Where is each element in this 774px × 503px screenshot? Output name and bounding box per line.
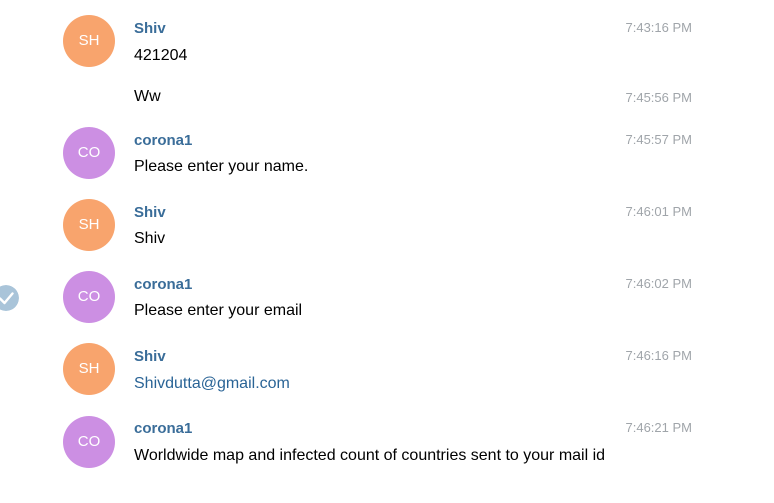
message[interactable]: CO corona1 Please enter your email 7:46:… — [0, 270, 774, 338]
message-timestamp: 7:46:02 PM — [625, 276, 693, 291]
message[interactable]: SH Shiv Shiv 7:46:01 PM — [0, 198, 774, 266]
sender-name[interactable]: Shiv — [134, 204, 166, 222]
sender-name[interactable]: corona1 — [134, 420, 192, 438]
avatar[interactable]: CO — [63, 127, 115, 179]
avatar[interactable]: SH — [63, 199, 115, 251]
message-text: 421204 — [134, 47, 188, 64]
sender-name[interactable]: corona1 — [134, 276, 192, 294]
message[interactable]: SH Shiv Shivdutta@gmail.com 7:46:16 PM — [0, 342, 774, 410]
avatar[interactable]: SH — [63, 15, 115, 67]
message-timestamp: 7:46:21 PM — [625, 420, 693, 435]
message-text: Please enter your email — [134, 302, 303, 319]
sender-name[interactable]: Shiv — [134, 348, 166, 366]
message-timestamp: 7:45:57 PM — [625, 132, 693, 147]
message-text: Ww — [134, 88, 161, 105]
message[interactable]: CO corona1 Worldwide map and infected co… — [0, 414, 774, 503]
message-text: Shiv — [134, 230, 166, 247]
message-timestamp: 7:46:16 PM — [625, 348, 693, 363]
message[interactable]: CO corona1 Please enter your name. 7:45:… — [0, 126, 774, 194]
chat-history: SH Shiv 421204 7:43:16 PM Ww 7:45:56 PM … — [0, 0, 774, 503]
message-timestamp: 7:45:56 PM — [625, 90, 693, 105]
sender-name[interactable]: corona1 — [134, 132, 192, 150]
sender-name[interactable]: Shiv — [134, 20, 166, 38]
message[interactable]: Ww 7:45:56 PM — [0, 84, 774, 118]
message-timestamp: 7:43:16 PM — [625, 20, 693, 35]
message-text: Worldwide map and infected count of coun… — [134, 447, 606, 464]
email-link[interactable]: Shivdutta@gmail.com — [134, 372, 614, 396]
avatar[interactable]: CO — [63, 271, 115, 323]
checkmark-icon[interactable] — [0, 285, 19, 311]
message-text: Please enter your name. — [134, 158, 309, 175]
message-timestamp: 7:46:01 PM — [625, 204, 693, 219]
avatar[interactable]: CO — [63, 416, 115, 468]
avatar[interactable]: SH — [63, 343, 115, 395]
message[interactable]: SH Shiv 421204 7:43:16 PM — [0, 14, 774, 82]
